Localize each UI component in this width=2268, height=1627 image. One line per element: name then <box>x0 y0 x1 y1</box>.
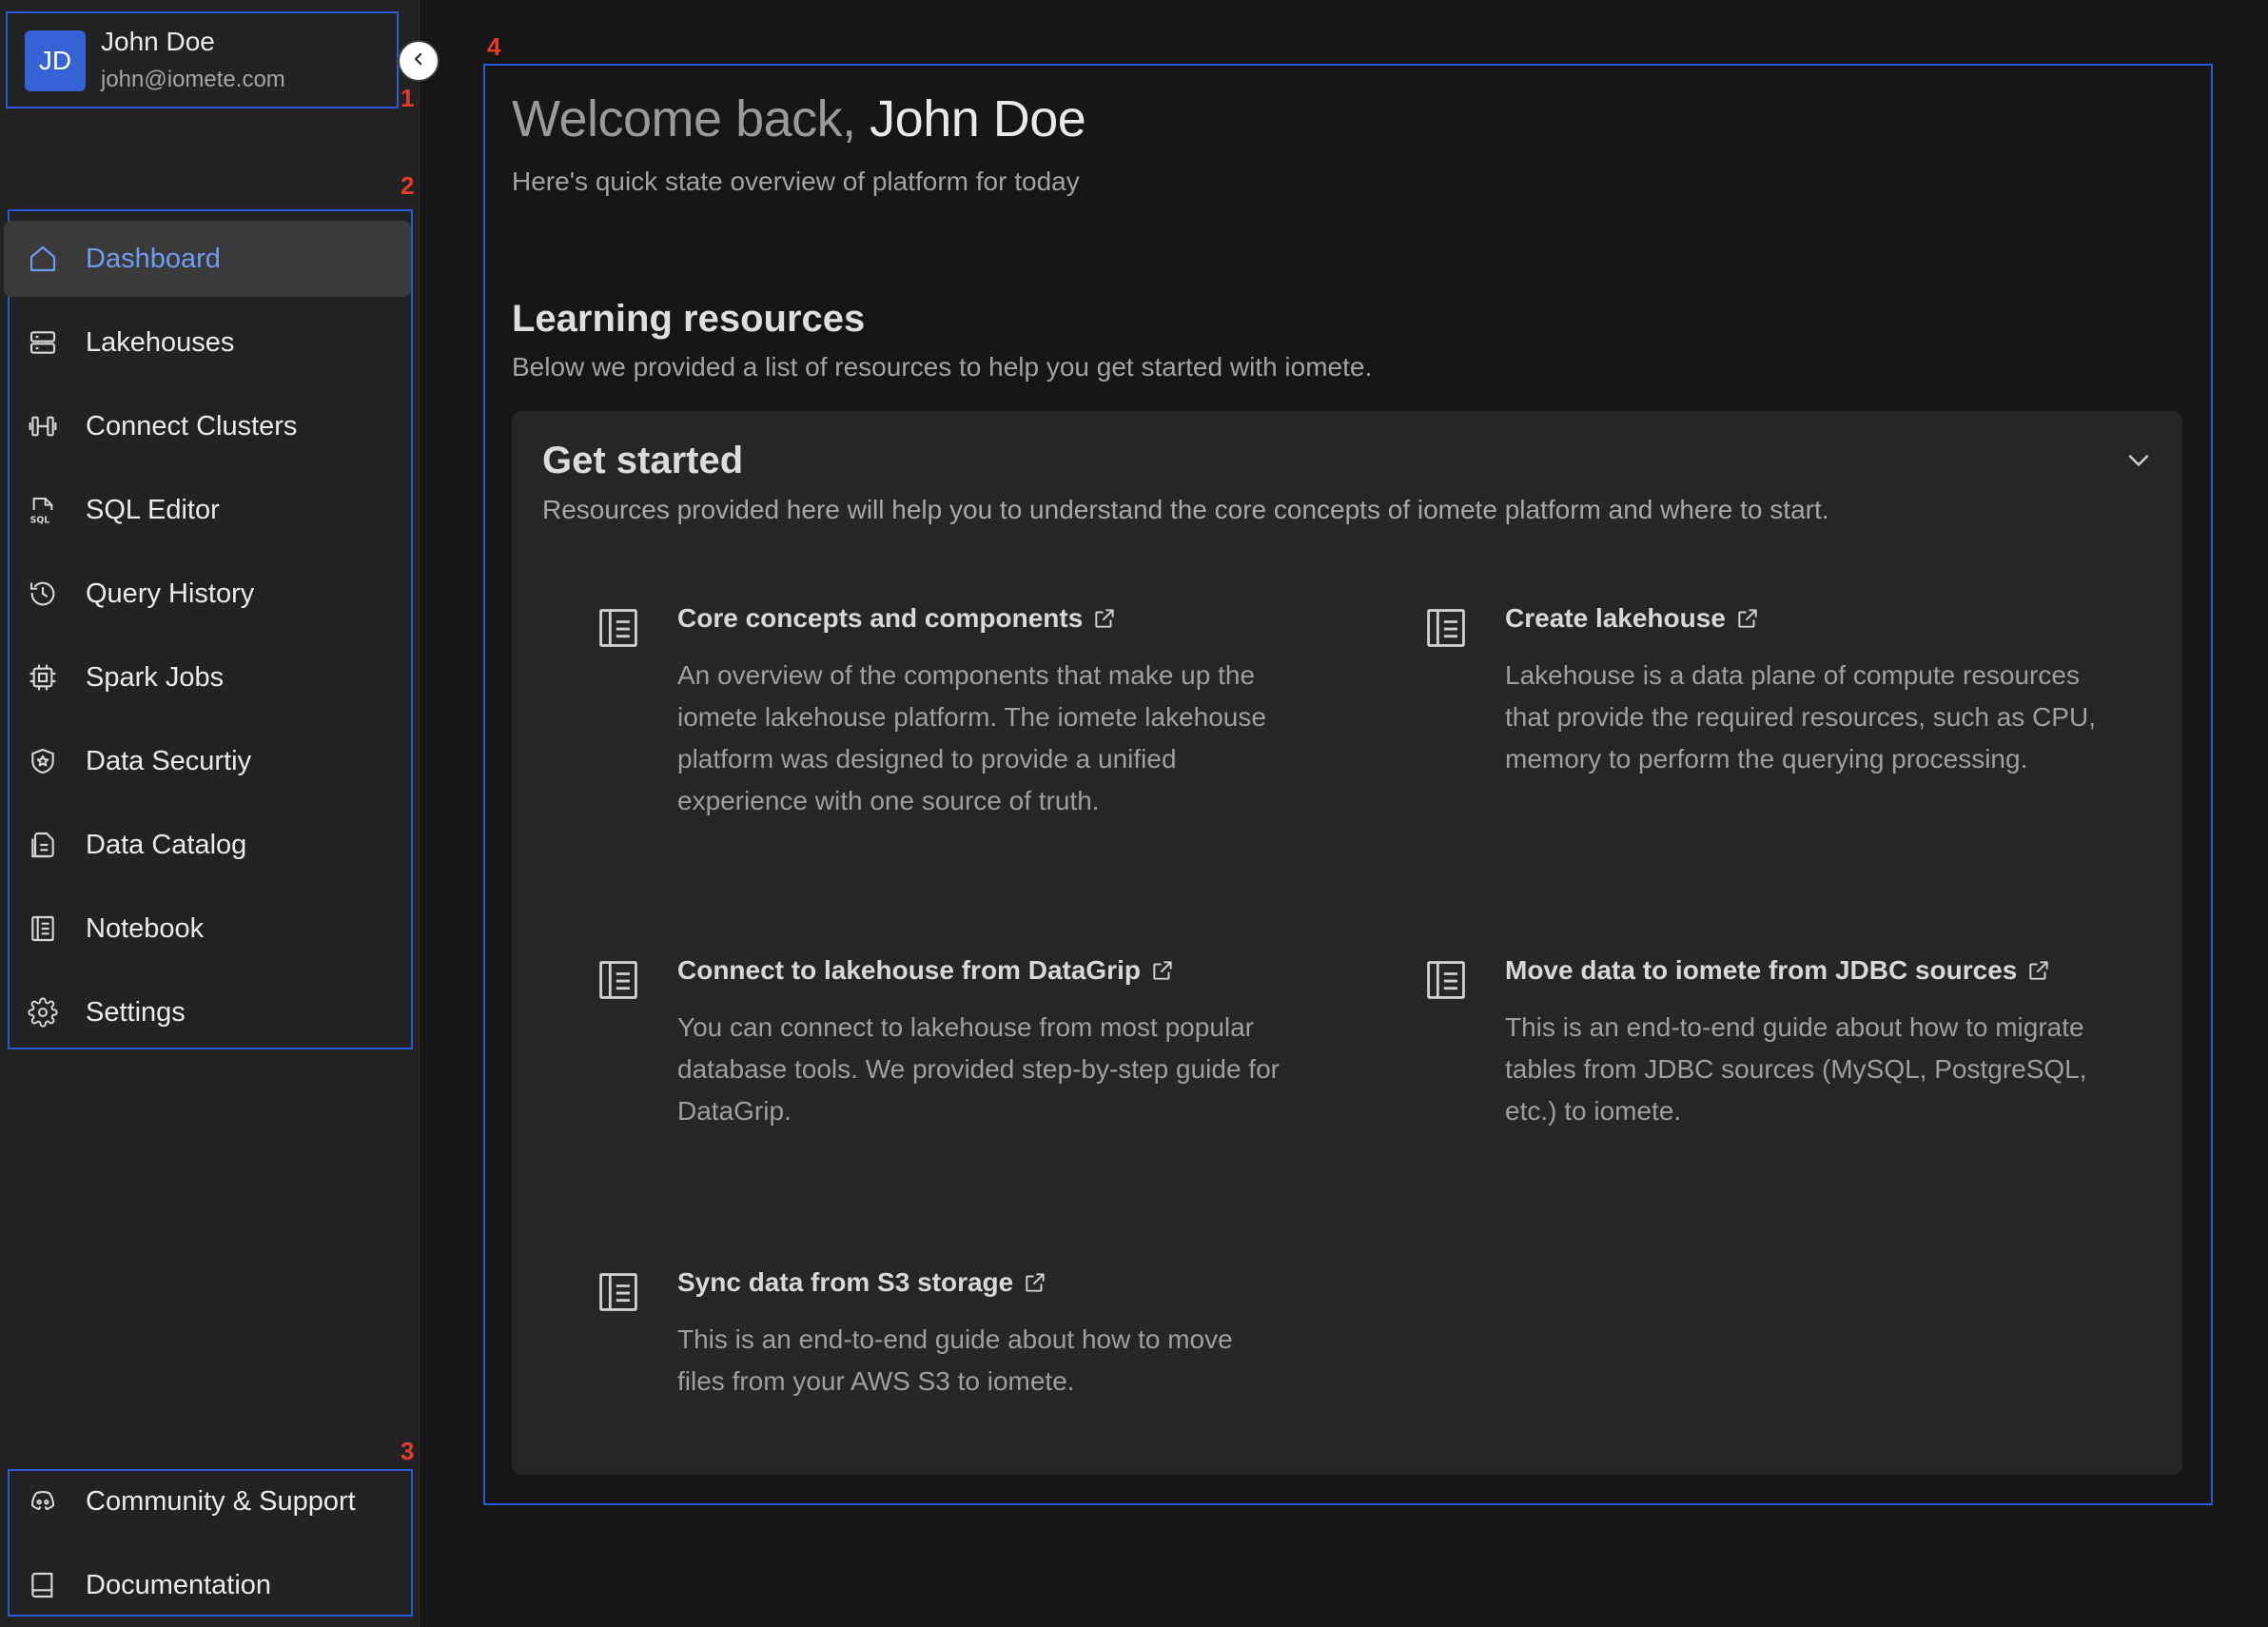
sidebar-item-label: Documentation <box>86 1569 272 1600</box>
sidebar-item-label: Notebook <box>86 912 205 944</box>
shield-icon <box>27 745 59 777</box>
sidebar-item-label: Query History <box>86 578 255 609</box>
history-icon <box>27 578 59 610</box>
home-icon <box>27 243 59 275</box>
resource-description: An overview of the components that make … <box>677 660 1266 815</box>
document-icon <box>594 955 643 1005</box>
resource-title: Connect to lakehouse from DataGrip <box>677 955 1141 985</box>
external-link-icon <box>1023 1270 1047 1295</box>
sql-file-icon: SQL <box>27 494 59 526</box>
sidebar-item-label: Settings <box>86 996 186 1028</box>
sidebar-item-query-history[interactable]: Query History <box>4 556 411 632</box>
section-title: Learning resources <box>512 298 866 340</box>
cluster-icon <box>27 410 59 442</box>
catalog-icon <box>27 829 59 861</box>
document-icon <box>594 1267 643 1317</box>
sidebar-item-documentation[interactable]: Documentation <box>4 1547 411 1623</box>
server-icon <box>27 326 59 359</box>
get-started-panel: Get started Resources provided here will… <box>512 411 2182 1475</box>
sidebar-item-data-catalog[interactable]: Data Catalog <box>4 807 411 883</box>
chip-icon <box>27 661 59 694</box>
sidebar-item-label: Community & Support <box>86 1485 356 1517</box>
gear-icon <box>27 996 59 1029</box>
resource-description: This is an end-to-end guide about how to… <box>1505 1012 2087 1126</box>
external-link-icon <box>1150 958 1175 983</box>
discord-icon <box>27 1485 59 1518</box>
sidebar-item-label: Connect Clusters <box>86 410 298 441</box>
panel-subtitle: Resources provided here will help you to… <box>542 495 1829 524</box>
notebook-icon <box>27 912 59 945</box>
annotation-number: 3 <box>401 1437 415 1465</box>
resource-description: Lakehouse is a data plane of compute res… <box>1505 660 2096 774</box>
resource-link[interactable]: Create lakehouse <box>1505 603 1760 634</box>
section-subtitle: Below we provided a list of resources to… <box>512 352 1373 382</box>
annotation-number: 2 <box>401 171 415 200</box>
avatar[interactable]: JD <box>25 30 86 91</box>
resource-link[interactable]: Core concepts and components <box>677 603 1117 634</box>
sidebar-item-data-security[interactable]: Data Securtiy <box>4 723 411 799</box>
resource-title: Core concepts and components <box>677 603 1084 633</box>
user-name: John Doe <box>101 27 215 56</box>
resource-title: Sync data from S3 storage <box>677 1267 1014 1297</box>
resource-description: This is an end-to-end guide about how to… <box>677 1324 1233 1396</box>
sidebar-item-sql-editor[interactable]: SQL SQL Editor <box>4 472 411 548</box>
sidebar-item-lakehouses[interactable]: Lakehouses <box>4 304 411 381</box>
page-subtitle: Here's quick state overview of platform … <box>512 167 1080 196</box>
sidebar: 1 JD John Doe john@iomete.com 2 Dashboar… <box>0 0 420 1627</box>
sidebar-item-community-support[interactable]: Community & Support <box>4 1463 411 1539</box>
document-icon <box>1421 603 1471 653</box>
sidebar-item-settings[interactable]: Settings <box>4 974 411 1050</box>
book-icon <box>27 1569 59 1601</box>
resource-link[interactable]: Move data to iomete from JDBC sources <box>1505 955 2051 986</box>
chevron-down-icon <box>2121 455 2156 481</box>
welcome-name: John Doe <box>870 90 1086 147</box>
sidebar-item-dashboard[interactable]: Dashboard <box>4 221 411 297</box>
page-title: Welcome back, John Doe <box>512 89 1086 148</box>
panel-title: Get started <box>542 440 744 481</box>
sidebar-item-label: Lakehouses <box>86 326 235 358</box>
sidebar-item-spark-jobs[interactable]: Spark Jobs <box>4 639 411 715</box>
resource-title: Create lakehouse <box>1505 603 1726 633</box>
collapse-panel-button[interactable] <box>2121 443 2156 478</box>
welcome-prefix: Welcome back, <box>512 90 870 147</box>
sidebar-item-label: Spark Jobs <box>86 661 225 693</box>
collapse-sidebar-button[interactable] <box>398 40 440 82</box>
resource-title: Move data to iomete from JDBC sources <box>1505 955 2018 985</box>
document-icon <box>1421 955 1471 1005</box>
annotation-number: 4 <box>487 32 501 61</box>
chevron-left-icon <box>410 50 427 72</box>
resource-description: You can connect to lakehouse from most p… <box>677 1012 1280 1126</box>
sidebar-item-label: Data Securtiy <box>86 745 252 776</box>
sidebar-item-label: Data Catalog <box>86 829 247 860</box>
user-email: john@iomete.com <box>101 67 285 92</box>
annotation-number: 1 <box>401 84 415 112</box>
sidebar-item-label: Dashboard <box>86 243 221 274</box>
external-link-icon <box>1092 606 1117 631</box>
resource-link[interactable]: Connect to lakehouse from DataGrip <box>677 955 1175 986</box>
sidebar-item-connect-clusters[interactable]: Connect Clusters <box>4 388 411 464</box>
external-link-icon <box>1735 606 1760 631</box>
sidebar-item-notebook[interactable]: Notebook <box>4 891 411 967</box>
svg-text:SQL: SQL <box>30 515 50 525</box>
external-link-icon <box>2026 958 2051 983</box>
document-icon <box>594 603 643 653</box>
sidebar-item-label: SQL Editor <box>86 494 220 525</box>
resource-link[interactable]: Sync data from S3 storage <box>677 1267 1047 1298</box>
